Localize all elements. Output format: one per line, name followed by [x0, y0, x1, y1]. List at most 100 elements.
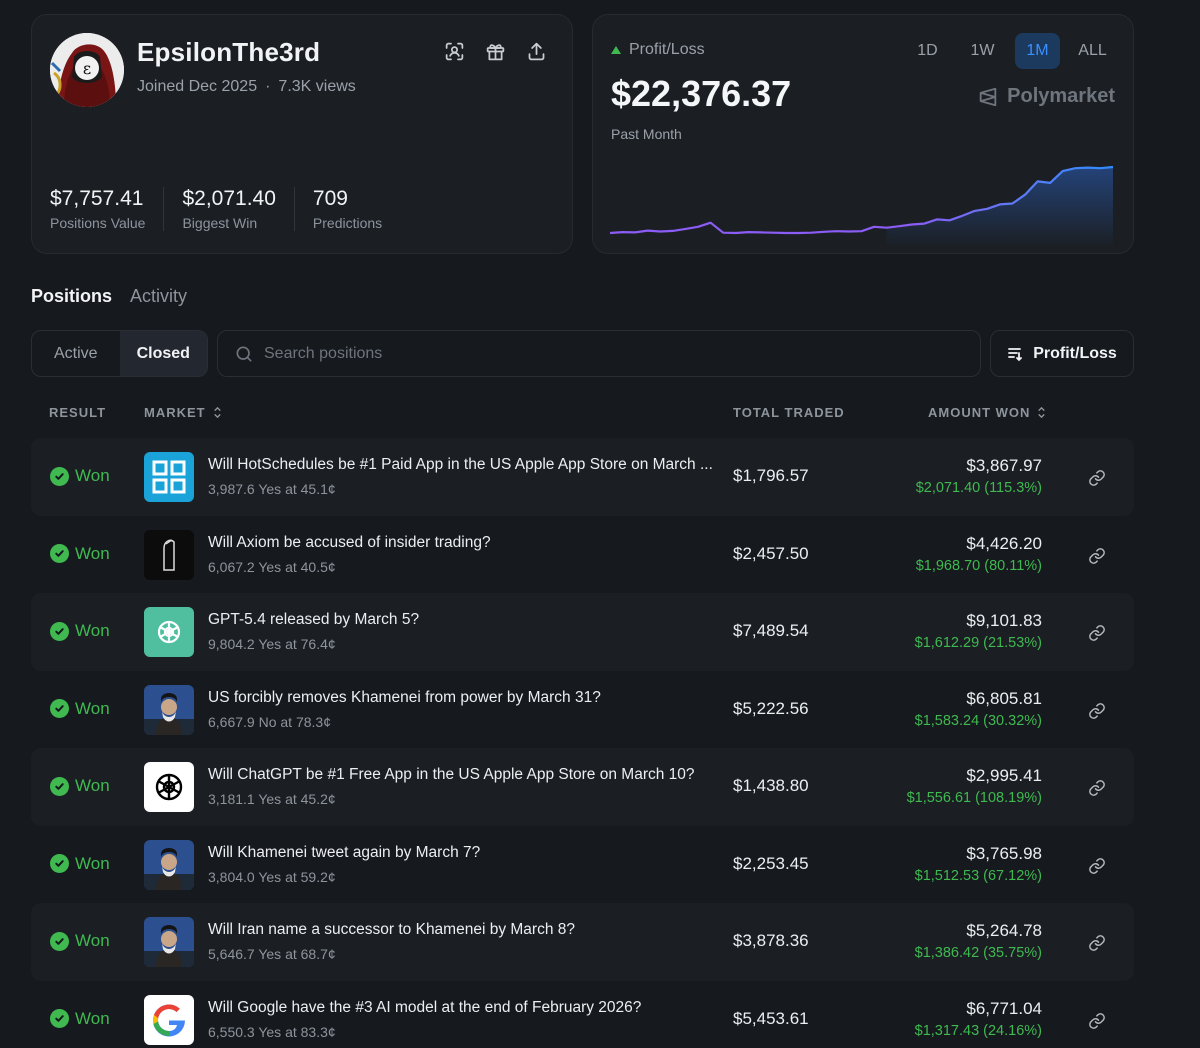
profit-amount: $1,612.29 (21.53%)	[914, 635, 1042, 651]
profit-amount: $1,386.42 (35.75%)	[914, 945, 1042, 961]
search-box	[217, 330, 981, 377]
polymarket-brand: Polymarket	[977, 85, 1115, 108]
khamenei-photo	[144, 917, 194, 967]
total-traded: $2,457.50	[733, 543, 809, 563]
meta-separator: ·	[265, 78, 271, 95]
table-row[interactable]: Won Will Google have the #3 AI model at …	[31, 981, 1134, 1048]
filter-closed[interactable]: Closed	[119, 331, 207, 376]
tab-positions[interactable]: Positions	[31, 286, 112, 307]
sort-button[interactable]: Profit/Loss	[990, 330, 1134, 377]
total-traded: $7,489.54	[733, 621, 809, 640]
result-label: Won	[75, 698, 110, 718]
tab-activity[interactable]: Activity	[130, 286, 187, 307]
position-detail: 3,987.6 Yes at 45.1¢	[208, 481, 336, 497]
range-1d[interactable]: 1D	[905, 33, 950, 69]
profile-card: ε EpsilonThe3rd Joined Dec 2025 · 7.3K vie…	[31, 14, 573, 254]
check-circle-icon	[50, 621, 69, 641]
scan-profile-icon[interactable]	[444, 41, 465, 62]
joined-date: Joined Dec 2025	[137, 78, 258, 95]
avatar[interactable]: ε	[50, 33, 124, 107]
pnl-label-text: Profit/Loss	[629, 41, 705, 58]
amount-won: $3,765.98	[966, 843, 1042, 863]
market-title[interactable]: Will Axiom be accused of insider trading…	[208, 534, 723, 552]
table-row[interactable]: Won GPT-5.4 released by March 5? 9,804.2…	[31, 593, 1134, 671]
result-label: Won	[75, 853, 110, 873]
link-icon[interactable]	[1088, 934, 1106, 952]
link-icon[interactable]	[1088, 547, 1106, 565]
profile-actions	[444, 41, 547, 62]
total-traded: $1,796.57	[733, 466, 809, 485]
header-market-label: MARKET	[144, 405, 206, 420]
link-icon[interactable]	[1088, 702, 1106, 720]
position-detail: 6,067.2 Yes at 40.5¢	[208, 558, 336, 575]
market-title[interactable]: Will ChatGPT be #1 Free App in the US Ap…	[208, 766, 723, 784]
table-row[interactable]: Won Will ChatGPT be #1 Free App in the U…	[31, 748, 1134, 826]
sort-label: Profit/Loss	[1033, 344, 1117, 362]
status-filter: Active Closed	[31, 330, 208, 377]
sort-chevrons-icon	[213, 406, 221, 419]
profit-amount: $1,968.70 (80.11%)	[915, 557, 1042, 574]
result-badge: Won	[50, 466, 110, 486]
filter-active[interactable]: Active	[32, 331, 120, 376]
total-traded: $1,438.80	[733, 776, 809, 795]
stat-value: $2,071.40	[182, 187, 276, 210]
openai-green-logo	[144, 607, 194, 657]
table-row[interactable]: Won Will Iran name a successor to Khamen…	[31, 903, 1134, 981]
stat-predictions: 709 Predictions	[313, 187, 400, 231]
result-label: Won	[75, 543, 110, 563]
range-1m[interactable]: 1M	[1015, 33, 1060, 69]
chart-area-fill	[886, 167, 1113, 247]
market-title[interactable]: US forcibly removes Khamenei from power …	[208, 689, 723, 707]
result-badge: Won	[50, 776, 110, 796]
range-selector: 1D 1W 1M ALL	[905, 33, 1115, 69]
stat-value: $7,757.41	[50, 187, 144, 210]
stat-positions-value: $7,757.41 Positions Value	[50, 187, 165, 231]
result-label: Won	[75, 621, 110, 640]
link-icon[interactable]	[1088, 779, 1106, 797]
market-title[interactable]: Will Iran name a successor to Khamenei b…	[208, 921, 723, 939]
profit-amount: $1,583.24 (30.32%)	[914, 712, 1042, 729]
header-amount-won[interactable]: AMOUNT WON	[928, 405, 1047, 420]
check-circle-icon	[50, 544, 69, 563]
gift-icon[interactable]	[485, 41, 506, 62]
result-badge: Won	[50, 544, 110, 564]
link-icon[interactable]	[1088, 469, 1106, 487]
table-row[interactable]: Won Will Axiom be accused of insider tra…	[31, 516, 1134, 594]
market-title[interactable]: Will Khamenei tweet again by March 7?	[208, 844, 723, 862]
up-triangle-icon	[611, 46, 621, 54]
view-count: 7.3K views	[278, 78, 356, 95]
amount-won: $6,805.81	[966, 688, 1042, 708]
amount-won: $5,264.78	[966, 921, 1042, 940]
brand-name: Polymarket	[1007, 85, 1115, 107]
range-all[interactable]: ALL	[1070, 33, 1115, 69]
range-1w[interactable]: 1W	[960, 33, 1005, 69]
market-title[interactable]: Will Google have the #3 AI model at the …	[208, 999, 723, 1017]
header-result-label: RESULT	[49, 405, 107, 420]
result-label: Won	[75, 1008, 110, 1028]
table-row[interactable]: Won Will HotSchedules be #1 Paid App in …	[31, 438, 1134, 516]
header-result: RESULT	[49, 405, 106, 420]
share-icon[interactable]	[526, 41, 547, 62]
position-detail: 6,667.9 No at 78.3¢	[208, 713, 331, 730]
check-circle-icon	[50, 931, 69, 951]
search-input[interactable]	[264, 344, 944, 363]
polymarket-logo-icon	[979, 87, 997, 106]
link-icon[interactable]	[1088, 1012, 1106, 1030]
position-detail: 6,550.3 Yes at 83.3¢	[208, 1023, 336, 1040]
header-total-traded: TOTAL TRADED	[733, 405, 845, 420]
stat-biggest-win: $2,071.40 Biggest Win	[182, 187, 295, 231]
table-row[interactable]: Won Will Khamenei tweet again by March 7…	[31, 826, 1134, 904]
pnl-label: Profit/Loss	[611, 41, 705, 59]
table-row[interactable]: Won US forcibly removes Khamenei from po…	[31, 671, 1134, 749]
market-title[interactable]: GPT-5.4 released by March 5?	[208, 611, 723, 629]
link-icon[interactable]	[1088, 857, 1106, 875]
username: EpsilonThe3rd	[137, 37, 321, 67]
market-title[interactable]: Will HotSchedules be #1 Paid App in the …	[208, 456, 723, 474]
header-market[interactable]: MARKET	[144, 405, 223, 420]
position-detail: 3,804.0 Yes at 59.2¢	[208, 868, 336, 885]
amount-won: $4,426.20	[966, 533, 1042, 553]
header-total-traded-label: TOTAL TRADED	[733, 405, 845, 420]
link-icon[interactable]	[1088, 624, 1106, 642]
total-traded: $2,253.45	[733, 853, 809, 873]
profit-amount: $1,556.61 (108.19%)	[906, 790, 1042, 806]
